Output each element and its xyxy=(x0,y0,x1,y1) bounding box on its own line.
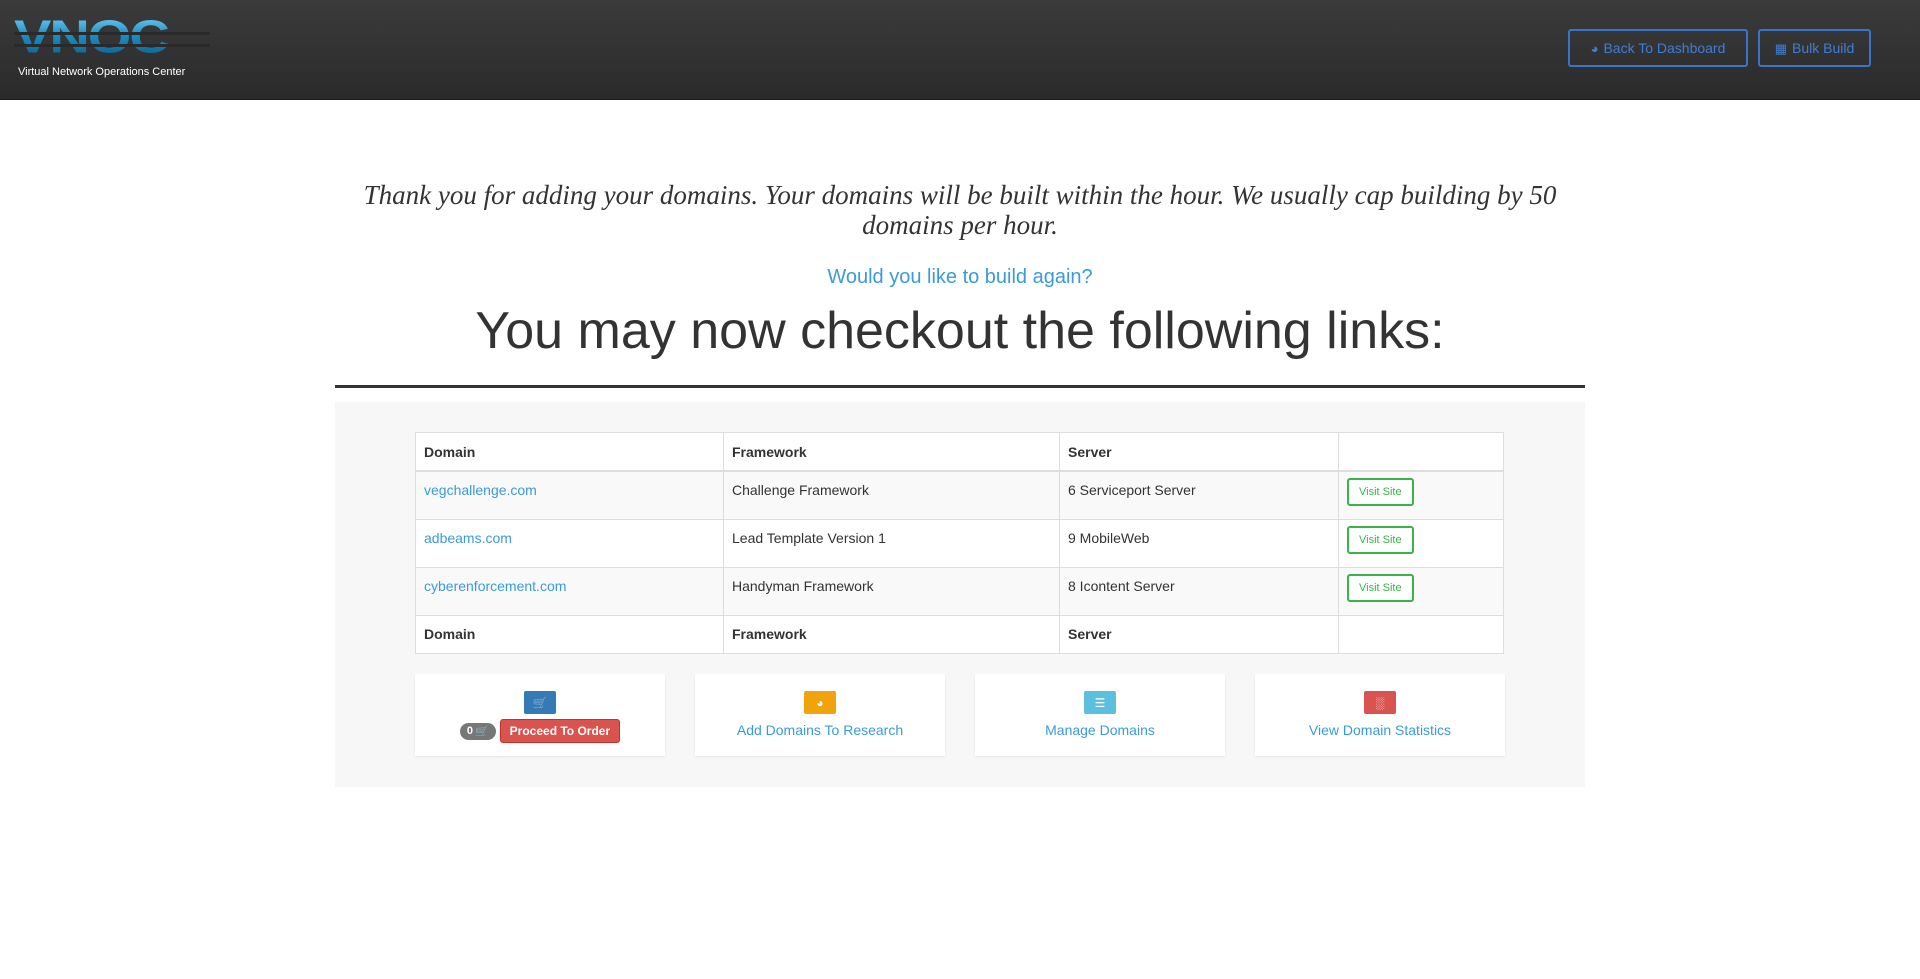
visit-site-button[interactable]: Visit Site xyxy=(1347,573,1414,602)
vnoc-logo[interactable]: VNOC Virtual Network Operations Center xyxy=(14,14,210,82)
server-cell: 6 Serviceport Server xyxy=(1059,470,1339,520)
framework-cell: Challenge Framework xyxy=(723,470,1060,520)
domain-link[interactable]: cyberenforcement.com xyxy=(424,578,566,594)
table-footer-row: Domain Framework Server xyxy=(415,614,1504,654)
logo-stripe xyxy=(14,44,210,47)
footer-domain: Domain xyxy=(415,614,724,654)
headline-divider xyxy=(335,385,1585,388)
action-cards: 🛒 0 🛒 Proceed To Order ◕ Add Domains To … xyxy=(415,674,1506,756)
framework-cell: Handyman Framework xyxy=(723,566,1060,616)
bulk-build-button[interactable]: ▦ Bulk Build xyxy=(1758,29,1871,67)
links-panel: Domain Framework Server vegchallenge.com… xyxy=(335,402,1585,787)
domain-link[interactable]: vegchallenge.com xyxy=(424,482,537,498)
logo-stripe xyxy=(14,32,210,35)
table-row: adbeams.com Lead Template Version 1 9 Mo… xyxy=(415,518,1504,568)
table-header-row: Domain Framework Server xyxy=(415,432,1504,472)
building-icon: ▦ xyxy=(1774,40,1788,56)
list-icon: ☰ xyxy=(1084,691,1116,714)
add-domains-to-research-link[interactable]: Add Domains To Research xyxy=(737,722,903,738)
footer-server: Server xyxy=(1059,614,1339,654)
header-server: Server xyxy=(1059,432,1339,472)
manage-domains-link[interactable]: Manage Domains xyxy=(1045,722,1155,738)
build-again-link[interactable]: Would you like to build again? xyxy=(335,266,1585,289)
stats-card: ░ View Domain Statistics xyxy=(1255,674,1505,756)
logo-wordmark: VNOC xyxy=(14,10,170,63)
shopping-cart-icon: 🛒 xyxy=(524,691,556,714)
bar-chart-icon: ░ xyxy=(1364,691,1396,714)
framework-cell: Lead Template Version 1 xyxy=(723,518,1060,568)
proceed-to-order-button[interactable]: Proceed To Order xyxy=(499,719,621,743)
footer-action xyxy=(1338,614,1504,654)
cart-icon: 🛒 xyxy=(474,725,489,738)
server-cell: 8 Icontent Server xyxy=(1059,566,1339,616)
dashboard-icon: ◕ xyxy=(1590,40,1599,56)
order-row: 0 🛒 Proceed To Order xyxy=(459,719,621,743)
bulk-build-label: Bulk Build xyxy=(1792,40,1855,56)
logo-subtitle: Virtual Network Operations Center xyxy=(18,66,186,78)
back-to-dashboard-button[interactable]: ◕ Back To Dashboard xyxy=(1568,29,1748,67)
table-row: vegchallenge.com Challenge Framework 6 S… xyxy=(415,470,1504,520)
research-card: ◕ Add Domains To Research xyxy=(695,674,945,756)
manage-card: ☰ Manage Domains xyxy=(975,674,1225,756)
main-container: Thank you for adding your domains. Your … xyxy=(335,100,1585,787)
page-headline: You may now checkout the following links… xyxy=(475,302,1445,360)
server-cell: 9 MobileWeb xyxy=(1059,518,1339,568)
header-domain: Domain xyxy=(415,432,724,472)
visit-site-button[interactable]: Visit Site xyxy=(1347,478,1414,506)
visit-site-button[interactable]: Visit Site xyxy=(1347,525,1414,554)
table-row: cyberenforcement.com Handyman Framework … xyxy=(415,566,1504,616)
domains-table: Domain Framework Server vegchallenge.com… xyxy=(415,432,1504,654)
cart-count: 0 xyxy=(466,725,473,737)
cart-count-badge: 0 🛒 xyxy=(459,722,496,740)
header-action xyxy=(1338,432,1504,472)
globe-icon: ◕ xyxy=(804,691,836,714)
top-navbar: VNOC Virtual Network Operations Center ◕… xyxy=(0,0,1920,100)
back-to-dashboard-label: Back To Dashboard xyxy=(1603,40,1726,56)
thank-you-message: Thank you for adding your domains. Your … xyxy=(363,180,1557,240)
view-domain-statistics-link[interactable]: View Domain Statistics xyxy=(1309,722,1451,738)
footer-framework: Framework xyxy=(723,614,1060,654)
order-card: 🛒 0 🛒 Proceed To Order xyxy=(415,674,665,756)
header-framework: Framework xyxy=(723,432,1060,472)
domain-link[interactable]: adbeams.com xyxy=(424,530,512,546)
